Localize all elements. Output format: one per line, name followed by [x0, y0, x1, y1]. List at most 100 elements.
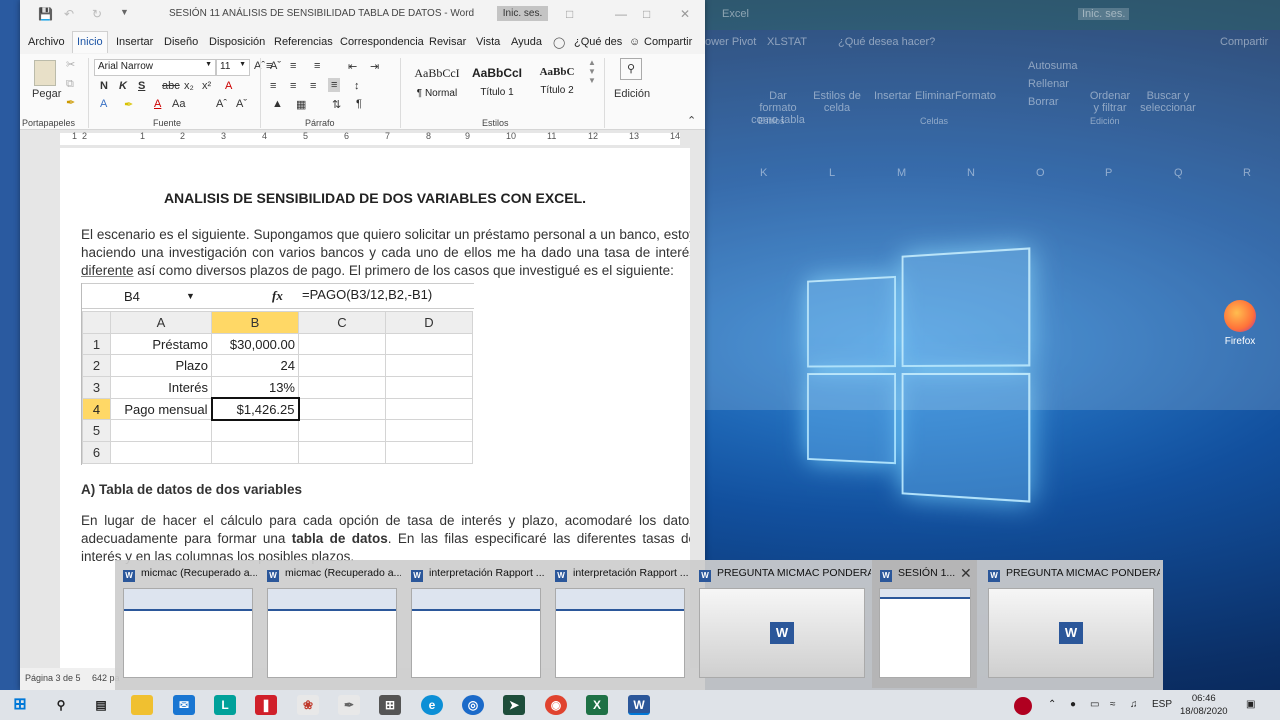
- ribbon-display-icon[interactable]: □: [566, 7, 573, 21]
- tab-inicio[interactable]: Inicio: [72, 31, 108, 53]
- clear-format-icon[interactable]: A: [225, 80, 232, 92]
- calculator-icon[interactable]: ⊞: [379, 695, 401, 715]
- align-left-icon[interactable]: ≡: [270, 80, 276, 92]
- globe-icon[interactable]: ◎: [462, 695, 484, 715]
- excel-format[interactable]: Formato: [955, 90, 996, 102]
- superscript-icon[interactable]: x²: [202, 80, 211, 92]
- copy-icon[interactable]: ⧉: [66, 78, 74, 91]
- excel-tell-me[interactable]: ¿Qué desea hacer?: [838, 36, 935, 48]
- thumbnail-sesion-11[interactable]: W SESIÓN 1... ✕: [872, 560, 977, 688]
- excel-delete[interactable]: Eliminar: [915, 90, 955, 102]
- align-right-icon[interactable]: ≡: [310, 80, 316, 92]
- shrink-icon[interactable]: Aˇ: [236, 98, 247, 110]
- paste-icon[interactable]: [34, 60, 56, 86]
- cut-icon[interactable]: ✂: [66, 58, 75, 71]
- edge-icon[interactable]: e: [421, 695, 443, 715]
- close-icon[interactable]: ✕: [960, 565, 972, 582]
- thumbnail-micmac-1[interactable]: Wmicmac (Recuperado a...: [115, 560, 259, 688]
- excel-signin[interactable]: Inic. ses.: [1078, 8, 1130, 20]
- tab-revisar[interactable]: Revisar: [429, 36, 466, 48]
- shading-icon[interactable]: ▲: [272, 98, 283, 110]
- file-explorer-icon[interactable]: [131, 695, 153, 715]
- excel-find-select[interactable]: Buscar y seleccionar: [1140, 90, 1196, 114]
- style-titulo1[interactable]: AaBbCcI Título 1: [466, 62, 528, 102]
- excel-sort-filter[interactable]: Ordenar y filtrar: [1088, 90, 1132, 114]
- font-size-combo[interactable]: 11 ▼: [216, 59, 250, 76]
- line-spacing-icon[interactable]: ↕: [354, 80, 360, 92]
- thumbnail-interpretacion-2[interactable]: Winterpretación Rapport ...: [547, 560, 691, 688]
- tab-ayuda[interactable]: Ayuda: [511, 36, 542, 48]
- italic-icon[interactable]: K: [119, 80, 127, 92]
- signin-button[interactable]: Inic. ses.: [497, 6, 548, 21]
- tab-correspondencia[interactable]: Correspondencia: [340, 36, 424, 48]
- multilevel-list-icon[interactable]: ≡: [314, 60, 320, 72]
- excel-tab-power-pivot[interactable]: ower Pivot: [705, 36, 756, 48]
- record-icon[interactable]: [1014, 697, 1032, 715]
- thumbnail-pregunta-2[interactable]: W PREGUNTA MICMAC PONDERA... W: [980, 560, 1160, 688]
- excel-share[interactable]: Compartir: [1220, 36, 1268, 48]
- paste-button[interactable]: Pegar: [32, 88, 61, 100]
- page-count[interactable]: Página 3 de 5: [25, 673, 81, 683]
- tab-archivo[interactable]: Archivo: [28, 36, 65, 48]
- highlight-icon[interactable]: ✒: [124, 98, 133, 111]
- excel-clear[interactable]: Borrar: [1028, 96, 1059, 108]
- tell-me-box[interactable]: ¿Qué des: [574, 36, 622, 48]
- justify-icon[interactable]: ≡: [328, 78, 341, 92]
- maximize-icon[interactable]: □: [643, 7, 650, 21]
- show-hidden-icons[interactable]: ⌃: [1048, 699, 1056, 710]
- editing-button[interactable]: Edición: [614, 88, 650, 100]
- language-indicator[interactable]: ESP: [1152, 699, 1172, 710]
- grow-icon[interactable]: Aˆ: [216, 98, 227, 110]
- excel-cell-styles[interactable]: Estilos de celda: [812, 90, 862, 114]
- paragraph-marks-icon[interactable]: ¶: [356, 98, 362, 110]
- volume-icon[interactable]: ♫: [1130, 699, 1138, 710]
- text-effects-icon[interactable]: A: [100, 98, 107, 110]
- app-red-icon[interactable]: ❚: [255, 695, 277, 715]
- tab-referencias[interactable]: Referencias: [274, 36, 333, 48]
- mail-icon[interactable]: ✉: [173, 695, 195, 715]
- font-name-combo[interactable]: Arial Narrow ▼: [94, 59, 216, 76]
- battery-icon[interactable]: ▭: [1090, 699, 1099, 710]
- tab-disposicion[interactable]: Disposición: [209, 36, 265, 48]
- wifi-icon[interactable]: ≈: [1110, 699, 1116, 710]
- notifications-icon[interactable]: ▣: [1246, 699, 1255, 710]
- strikethrough-icon[interactable]: abc: [162, 80, 180, 92]
- sort-icon[interactable]: ⇅: [332, 98, 341, 111]
- increase-indent-icon[interactable]: ⇥: [370, 60, 379, 73]
- excel-insert[interactable]: Insertar: [874, 90, 911, 102]
- thumbnail-pregunta-1[interactable]: W PREGUNTA MICMAC PONDERA... W: [691, 560, 871, 688]
- app-pen-icon[interactable]: ✒: [338, 695, 360, 715]
- clock[interactable]: 06:46 18/08/2020: [1180, 692, 1228, 718]
- task-view-icon[interactable]: ▤: [90, 695, 112, 715]
- format-painter-icon[interactable]: ✒: [66, 96, 75, 109]
- style-normal[interactable]: AaBbCcI ¶ Normal: [406, 62, 468, 102]
- app-swirl-icon[interactable]: ❀: [297, 695, 319, 715]
- word-taskbar-icon[interactable]: W: [628, 695, 650, 715]
- thumbnail-micmac-2[interactable]: Wmicmac (Recuperado a...: [259, 560, 403, 688]
- undo-icon[interactable]: ↶: [64, 7, 74, 21]
- app-arrow-icon[interactable]: ➤: [503, 695, 525, 715]
- borders-icon[interactable]: ▦: [296, 98, 306, 111]
- numbering-icon[interactable]: ≡: [290, 60, 296, 72]
- excel-autosum[interactable]: Autosuma: [1028, 60, 1078, 72]
- thumbnail-interpretacion-1[interactable]: Winterpretación Rapport ...: [403, 560, 547, 688]
- styles-scroll-icon[interactable]: ▲ ▼ ▼: [588, 58, 596, 85]
- excel-tab-xlstat[interactable]: XLSTAT: [767, 36, 807, 48]
- decrease-indent-icon[interactable]: ⇤: [348, 60, 357, 73]
- underline-icon[interactable]: S: [138, 80, 145, 92]
- subscript-icon[interactable]: x₂: [184, 80, 194, 92]
- find-icon[interactable]: ⚲: [620, 58, 642, 80]
- tab-vista[interactable]: Vista: [476, 36, 500, 48]
- app-l-icon[interactable]: L: [214, 695, 236, 715]
- change-case-icon[interactable]: Aa: [172, 98, 185, 110]
- chrome-icon[interactable]: ◉: [545, 695, 567, 715]
- style-titulo2[interactable]: AaBbC Título 2: [526, 62, 588, 102]
- share-button[interactable]: Compartir: [644, 36, 692, 48]
- bullets-icon[interactable]: ≡: [266, 60, 272, 72]
- excel-icon[interactable]: X: [586, 695, 608, 715]
- start-icon[interactable]: ⊞: [9, 695, 31, 715]
- font-color-icon[interactable]: A: [154, 98, 161, 110]
- minimize-icon[interactable]: —: [615, 7, 627, 21]
- bold-icon[interactable]: N: [100, 80, 108, 92]
- excel-fill[interactable]: Rellenar: [1028, 78, 1069, 90]
